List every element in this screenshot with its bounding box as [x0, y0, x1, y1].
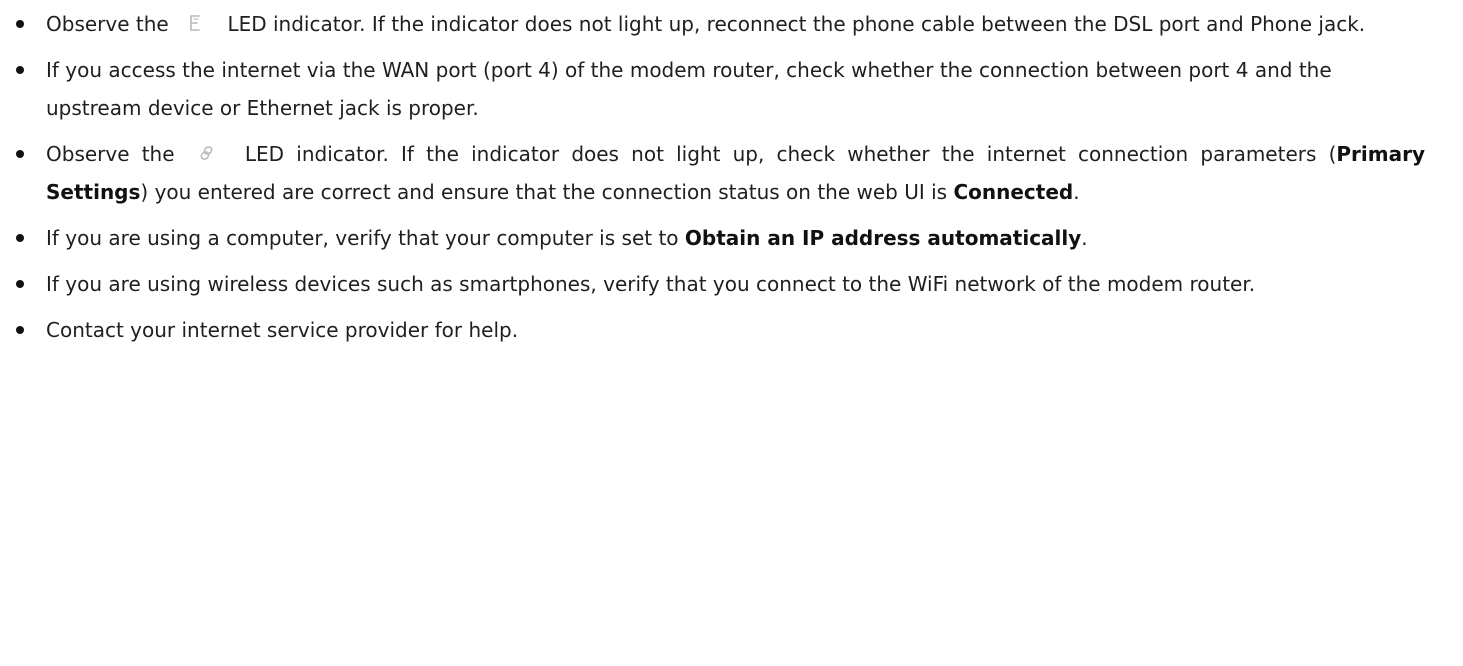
bullet-icon — [16, 150, 24, 158]
list-item-contact-isp: Contact your internet service provider f… — [0, 311, 1463, 349]
item-text-end: . — [1081, 226, 1088, 250]
item-text: If you are using wireless devices such a… — [46, 272, 1256, 296]
item-text: Contact your internet service provider f… — [46, 318, 519, 342]
list-item-wifi: If you are using wireless devices such a… — [0, 265, 1463, 303]
list-item-internet-led: Observe the LED indicator. If the indica… — [0, 135, 1463, 211]
bullet-icon — [16, 326, 24, 334]
bullet-icon — [16, 234, 24, 242]
bullet-icon — [16, 66, 24, 74]
item-text: If you access the internet via the WAN p… — [46, 58, 1332, 120]
list-item-ip-address: If you are using a computer, verify that… — [0, 219, 1463, 257]
item-text: If you are using a computer, verify that… — [46, 226, 685, 250]
item-text-part1: LED indicator. If the indicator does not… — [244, 142, 1337, 166]
item-text-lead: Observe the — [46, 142, 175, 166]
bullet-icon — [16, 20, 24, 28]
item-text-part3: . — [1073, 180, 1080, 204]
list-item-dsl-led: Observe the LED indicator. If the indica… — [0, 0, 1463, 43]
troubleshooting-list: Observe the LED indicator. If the indica… — [0, 0, 1463, 349]
dsl-led-icon — [185, 13, 205, 33]
list-item-wan-port: If you access the internet via the WAN p… — [0, 51, 1463, 127]
item-text-lead: Observe the — [46, 12, 169, 36]
item-text-rest: LED indicator. If the indicator does not… — [227, 12, 1366, 36]
internet-led-icon — [197, 143, 217, 163]
connected-status-label: Connected — [953, 180, 1074, 204]
bullet-icon — [16, 280, 24, 288]
obtain-ip-label: Obtain an IP address automatically — [684, 226, 1082, 250]
item-text-part2: ) you entered are correct and ensure tha… — [140, 180, 954, 204]
